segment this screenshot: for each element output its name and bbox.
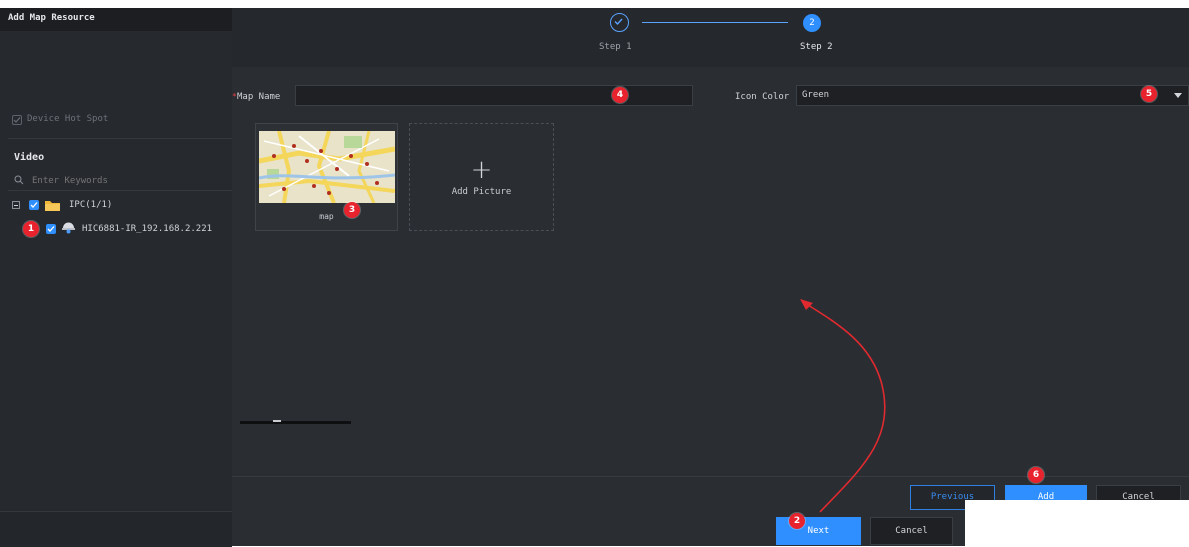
- add-picture-tile[interactable]: + Add Picture: [409, 123, 554, 231]
- map-picture-tile[interactable]: map 3: [255, 123, 398, 231]
- tree-node-label: IPC(1/1): [69, 200, 113, 210]
- chevron-down-icon[interactable]: [1174, 93, 1182, 99]
- annotation-badge-1: 1: [23, 221, 39, 237]
- cancel-button-outer[interactable]: Cancel: [870, 517, 953, 545]
- icon-color-value: Green: [802, 90, 830, 100]
- tree-node-ipc-group[interactable]: IPC(1/1): [12, 200, 222, 214]
- tree-node-camera[interactable]: 1 HIC6881-IR_192.168.2.221: [22, 221, 232, 237]
- horizontal-scrollbar[interactable]: [240, 420, 351, 424]
- ipc-group-checkbox[interactable]: [29, 200, 39, 210]
- search-icon: [14, 175, 24, 185]
- folder-icon: [45, 201, 60, 211]
- plus-icon: +: [470, 155, 493, 185]
- map-image: [259, 131, 395, 203]
- step-1-done-icon: [610, 13, 629, 32]
- collapse-icon[interactable]: [12, 201, 20, 209]
- tree-node-label: HIC6881-IR_192.168.2.221: [82, 224, 213, 234]
- annotation-badge-6: 6: [1028, 467, 1044, 483]
- camera-checkbox[interactable]: [46, 224, 56, 234]
- icon-color-select[interactable]: Green: [796, 85, 1189, 106]
- annotation-badge-2: 2: [789, 513, 805, 529]
- annotation-badge-5: 5: [1141, 86, 1157, 102]
- sidebar-footer: [0, 511, 232, 547]
- divider: [8, 138, 232, 139]
- map-name-input[interactable]: [295, 85, 693, 106]
- dome-camera-icon: [62, 222, 75, 234]
- step-1-label: Step 1: [599, 42, 632, 52]
- check-icon: [30, 202, 38, 208]
- annotation-badge-4: 4: [612, 87, 628, 103]
- sidebar-header: Add Map Resource: [0, 8, 232, 31]
- check-icon: [47, 226, 55, 232]
- map-caption: map: [319, 212, 334, 221]
- icon-color-label: Icon Color: [735, 92, 790, 102]
- check-icon: [13, 117, 21, 123]
- step-2-indicator: 2: [803, 14, 821, 32]
- add-picture-label: Add Picture: [451, 187, 512, 197]
- section-title-video: Video: [14, 152, 45, 163]
- annotation-badge-3: 3: [344, 202, 360, 218]
- check-icon: [614, 18, 623, 26]
- stepper: 2 Step 1 Step 2: [232, 8, 1189, 67]
- outer-background: [965, 500, 1189, 546]
- main-panel: 2 Step 1 Step 2 * Map Name 4 Icon Color …: [232, 8, 1189, 546]
- map-thumbnail: [259, 131, 395, 203]
- stepper-connector: [642, 22, 788, 23]
- device-hot-spot-checkbox[interactable]: [12, 115, 22, 125]
- step-2-label: Step 2: [800, 42, 833, 52]
- sidebar: Add Map Resource Device Hot Spot Video E…: [0, 8, 232, 547]
- keyword-search-input[interactable]: [30, 173, 224, 189]
- footer-divider: [232, 476, 1189, 477]
- add-map-resource-window: Add Map Resource Device Hot Spot Video E…: [0, 8, 1189, 547]
- keyword-search[interactable]: [8, 172, 232, 191]
- device-hot-spot-option[interactable]: Device Hot Spot: [12, 114, 222, 128]
- map-name-label: Map Name: [237, 92, 281, 102]
- device-hot-spot-label: Device Hot Spot: [27, 114, 109, 124]
- window-title: Add Map Resource: [8, 13, 95, 23]
